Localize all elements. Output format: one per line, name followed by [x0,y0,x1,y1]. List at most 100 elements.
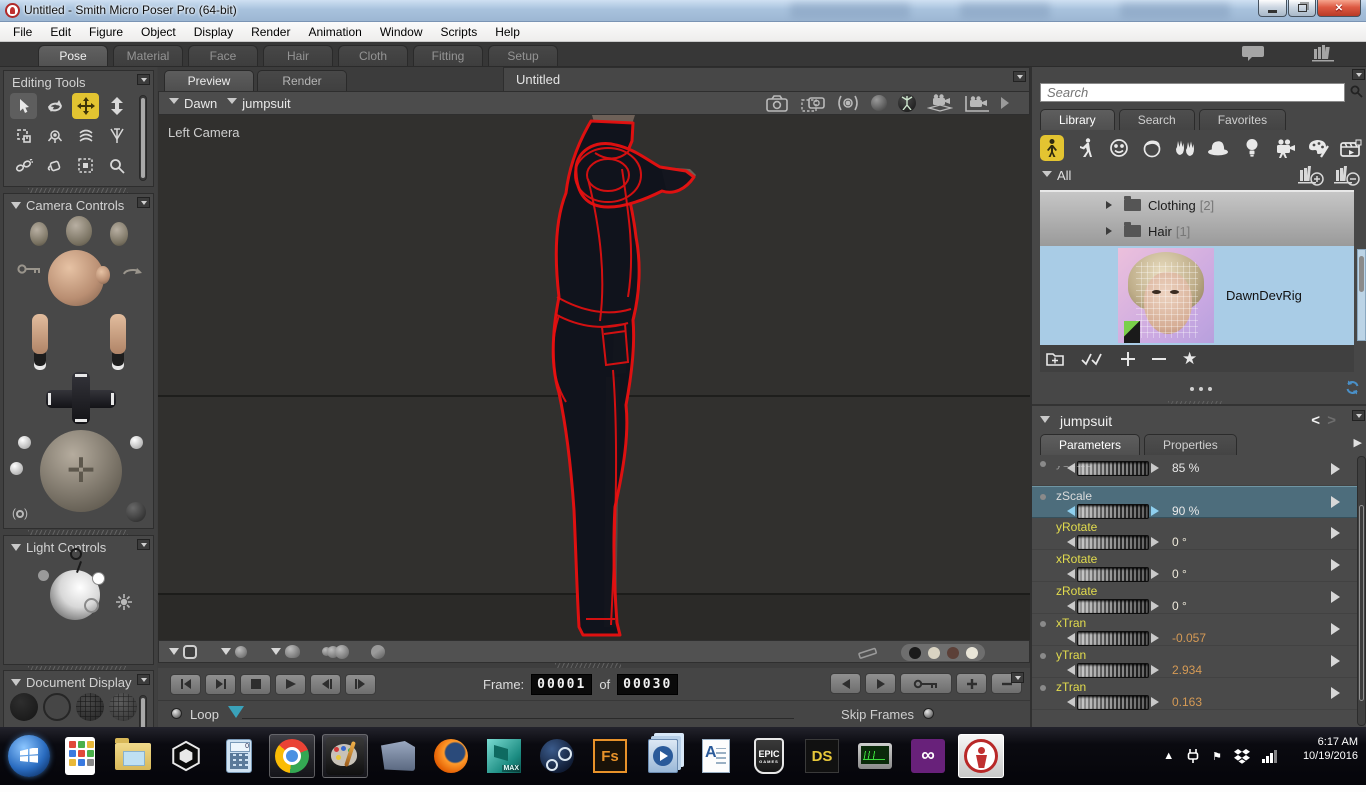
translate-tool-icon[interactable] [72,93,99,119]
left-hand-camera-icon[interactable] [30,222,48,246]
slider-dial[interactable] [1077,567,1149,582]
library-resize-row[interactable] [1032,375,1366,400]
tree-row-clothing[interactable]: Clothing [2] [1040,192,1354,218]
total-frames-field[interactable]: 00030 [617,674,678,695]
parameter-value[interactable]: 0 ° [1172,535,1187,549]
style-wireframe[interactable] [76,693,104,721]
color-bucket-tool-icon[interactable] [41,153,68,179]
tab-pose[interactable]: Pose [38,45,108,66]
menu-item-render[interactable]: Render [242,23,299,41]
slider-dial[interactable] [1077,504,1149,519]
slider-dial[interactable] [1077,695,1149,710]
library-tab-favorites[interactable]: Favorites [1199,109,1286,130]
twist-tool-icon[interactable] [41,123,68,149]
play-button[interactable] [275,674,306,695]
panel-menu-button[interactable] [137,674,150,685]
menu-item-animation[interactable]: Animation [299,23,370,41]
parameter-row-zTran[interactable]: zTran 0.163 [1032,678,1362,710]
color-swatch-background[interactable] [928,647,940,659]
menu-item-edit[interactable]: Edit [41,23,80,41]
taskbar-item-poser[interactable] [958,734,1004,778]
remove-library-icon[interactable] [1334,166,1360,186]
maximize-button[interactable] [1288,0,1316,17]
camera-dot-left[interactable] [18,436,31,449]
parameter-value[interactable]: 0 ° [1172,567,1187,581]
parameter-label[interactable]: yTran [1056,648,1362,662]
color-swatch-shadow[interactable] [947,647,959,659]
color-swatch-ground[interactable] [966,647,978,659]
materials-category-icon[interactable] [1307,135,1329,161]
style-silhouette[interactable] [10,693,38,721]
slider-decrement-arrow[interactable] [1062,506,1075,516]
apply-checkmarks-icon[interactable] [1081,352,1105,366]
taskbar-item-calculator[interactable] [216,734,262,778]
figure-dawn-jumpsuit[interactable] [428,115,708,640]
head-hat-camera-icon[interactable] [66,216,92,246]
camera-dot-right[interactable] [130,436,143,449]
morph-tool-icon[interactable] [72,123,99,149]
slider-increment-arrow[interactable] [1151,697,1164,707]
slider-dial[interactable] [1077,631,1149,646]
library-books-icon[interactable] [1310,45,1336,62]
doc-panel-menu-button[interactable] [1013,71,1026,82]
expand-arrow-icon[interactable] [1106,227,1116,235]
style-hidden-line[interactable] [109,693,137,721]
parameter-options-arrow[interactable] [1331,623,1346,635]
parameter-value[interactable]: 2.934 [1172,663,1202,677]
step-forward-button[interactable] [345,674,376,695]
library-tab-search[interactable]: Search [1119,109,1195,130]
hair-category-icon[interactable] [1141,135,1163,161]
power-plug-icon[interactable] [1186,748,1200,764]
light-indicator-right[interactable] [92,572,105,585]
right-hand-control[interactable] [110,314,126,354]
view-magnifier-tool-icon[interactable] [103,153,130,179]
slider-decrement-arrow[interactable] [1062,697,1075,707]
slider-decrement-arrow[interactable] [1062,537,1075,547]
taskbar-item-fuse[interactable]: Fs [587,734,633,778]
add-item-icon[interactable] [1120,351,1136,367]
slider-dial[interactable] [1077,535,1149,550]
sphere-camera-icon[interactable] [871,95,887,111]
edit-pencil-icon[interactable] [857,645,879,661]
snapshot-camera-icon[interactable] [766,95,790,112]
library-menu-button[interactable] [1352,69,1365,80]
tab-material[interactable]: Material [113,45,183,66]
element-style-dropdown[interactable] [271,643,300,660]
taskbar-item-steam[interactable] [534,734,580,778]
slider-increment-arrow[interactable] [1151,665,1164,675]
figure-dropdown[interactable]: Dawn [169,96,217,111]
slider-increment-arrow[interactable] [1151,633,1164,643]
panel-menu-button[interactable] [137,74,150,85]
close-button[interactable]: ✕ [1317,0,1361,17]
next-actor-arrow[interactable]: > [1327,412,1336,429]
tab-fitting[interactable]: Fitting [413,45,483,66]
all-filter-dropdown[interactable]: All [1042,168,1071,183]
transport-menu-button[interactable] [1011,672,1024,683]
slider-increment-arrow[interactable] [1151,569,1164,579]
tab-face[interactable]: Face [188,45,258,66]
actor-dropdown[interactable]: jumpsuit [227,96,290,111]
parameter-options-arrow[interactable] [1331,559,1346,571]
keyed-camera-icon[interactable] [964,94,990,112]
hands-category-icon[interactable] [1174,135,1196,161]
panel-menu-button[interactable] [137,197,150,208]
parameter-label[interactable]: zTran [1056,680,1362,694]
network-signal-icon[interactable] [1262,749,1278,763]
parameter-row-zScale[interactable]: zScale 90 % [1032,486,1362,518]
next-key-button[interactable] [865,673,896,694]
minimize-button[interactable] [1258,0,1287,17]
body-cross-control[interactable] [46,372,116,424]
key-camera-icon[interactable] [16,262,42,276]
camera-sphere-button[interactable] [126,502,146,522]
app-icon[interactable] [5,3,20,18]
globe-figure-camera-icon[interactable] [898,94,916,112]
parameter-options-arrow[interactable] [1331,527,1346,539]
slider-dial[interactable] [1077,663,1149,678]
light-indicator-top[interactable] [70,548,82,560]
camera-dot-left2[interactable] [10,462,23,475]
render-tab[interactable]: Render [257,70,347,91]
chat-bubble-icon[interactable] [1242,45,1266,61]
show-hidden-icons[interactable]: ▲ [1163,750,1174,762]
scale-tool-icon[interactable] [10,123,37,149]
editing-tools-scrollbar[interactable] [139,95,147,181]
